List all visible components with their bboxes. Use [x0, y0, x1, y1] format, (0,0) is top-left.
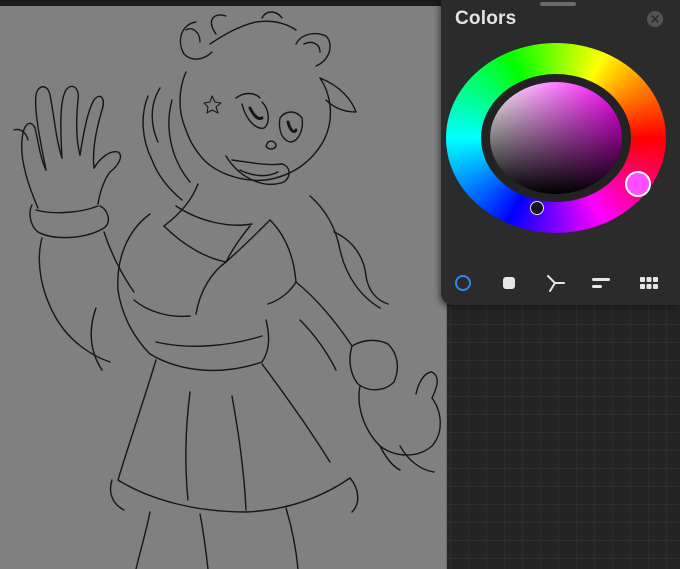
saturation-handle[interactable]: [530, 201, 544, 215]
saturation-brightness-disc[interactable]: [490, 82, 622, 194]
palettes-grid-icon: [640, 277, 658, 289]
value-sliders-icon: [592, 278, 610, 288]
harmony-mode-button[interactable]: [543, 272, 567, 294]
disc-mode-icon: [455, 275, 471, 291]
colors-panel: Colors: [441, 0, 680, 305]
character-sketch: [13, 11, 441, 569]
drawing-canvas[interactable]: [0, 6, 446, 569]
close-button[interactable]: [647, 11, 663, 27]
close-icon: [651, 15, 659, 23]
color-mode-bar: [441, 268, 680, 298]
color-disc: [446, 43, 666, 233]
panel-grabber-handle[interactable]: [540, 2, 576, 6]
classic-mode-button[interactable]: [497, 272, 521, 294]
palettes-mode-button[interactable]: [637, 272, 661, 294]
hue-handle[interactable]: [625, 171, 651, 197]
classic-mode-icon: [503, 277, 515, 289]
disc-mode-button[interactable]: [451, 272, 475, 294]
panel-title: Colors: [455, 8, 517, 29]
value-mode-button[interactable]: [589, 272, 613, 294]
harmony-mode-icon: [547, 275, 565, 292]
